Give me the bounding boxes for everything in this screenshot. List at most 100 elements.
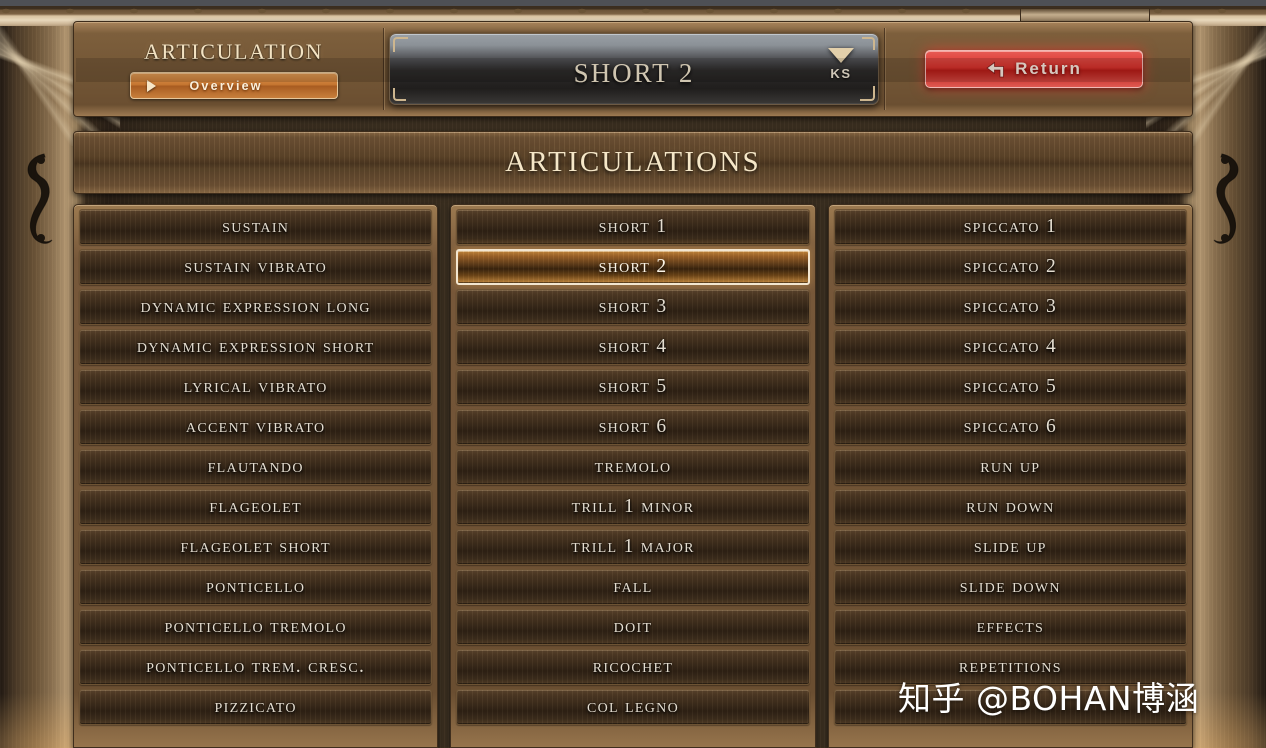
articulation-row-empty [833, 689, 1187, 725]
articulation-label: Spiccato 2 [963, 256, 1058, 277]
articulation-label: Short 6 [598, 416, 668, 437]
keyswitch-label: KS [830, 66, 852, 81]
return-arrow-icon [985, 61, 1006, 78]
overview-button-label: Overview [189, 78, 263, 93]
articulation-row[interactable]: Flageolet Short [79, 529, 433, 565]
articulation-label: Short 3 [598, 296, 668, 317]
articulation-label: Flageolet Short [180, 536, 331, 557]
articulation-row[interactable]: Short 3 [456, 289, 810, 325]
articulation-label: Ponticello [206, 576, 306, 597]
articulation-label: Run Up [980, 456, 1041, 477]
selector-corner-top-right [862, 37, 875, 50]
articulation-row[interactable]: Slide Down [833, 569, 1187, 605]
section-title: Articulations [505, 146, 761, 178]
chevron-down-icon [828, 48, 854, 63]
articulation-browser-screen: Articulation Overview Short 2 KS [0, 0, 1266, 748]
articulation-row[interactable]: Spiccato 5 [833, 369, 1187, 405]
articulation-row[interactable]: Sustain [79, 209, 433, 245]
articulation-label: Short 4 [598, 336, 668, 357]
articulation-row[interactable]: Ricochet [456, 649, 810, 685]
articulation-label: Ponticello Tremolo [164, 616, 347, 637]
articulation-label: Slide Up [973, 536, 1047, 557]
section-heading-bar: Articulations [73, 131, 1193, 194]
articulation-row[interactable]: Flageolet [79, 489, 433, 525]
articulation-label: Spiccato 5 [963, 376, 1058, 397]
articulation-row[interactable]: Ponticello Trem. Cresc. [79, 649, 433, 685]
articulation-label: Slide Down [959, 576, 1061, 597]
articulation-row[interactable]: Spiccato 1 [833, 209, 1187, 245]
articulation-row[interactable]: Slide Up [833, 529, 1187, 565]
articulation-label: Ricochet [592, 656, 674, 677]
articulation-row[interactable]: Trill 1 Minor [456, 489, 810, 525]
articulation-label: Spiccato 1 [963, 216, 1058, 237]
articulation-label: Dynamic Expression Long [140, 296, 371, 317]
articulation-row[interactable]: Sustain Vibrato [79, 249, 433, 285]
articulation-label: Short 2 [598, 256, 668, 277]
articulation-label: Sustain Vibrato [184, 256, 328, 277]
articulation-label: Fall [613, 576, 653, 597]
articulation-row[interactable]: Pizzicato [79, 689, 433, 725]
articulation-label: Doit [613, 616, 653, 637]
articulation-row[interactable]: Spiccato 4 [833, 329, 1187, 365]
articulation-row[interactable]: Short 5 [456, 369, 810, 405]
return-button[interactable]: Return [924, 50, 1143, 88]
articulation-row[interactable]: Ponticello [79, 569, 433, 605]
articulation-row[interactable]: Short 6 [456, 409, 810, 445]
articulation-label: Ponticello Trem. Cresc. [146, 656, 366, 677]
articulation-row[interactable]: Col Legno [456, 689, 810, 725]
articulation-row[interactable]: Spiccato 6 [833, 409, 1187, 445]
articulation-row[interactable]: Short 1 [456, 209, 810, 245]
articulation-label: Spiccato 3 [963, 296, 1058, 317]
articulation-column-2: Short 1 Short 2 Short 3 Short 4 Short 5 Short… [450, 204, 816, 748]
articulation-label: Run Down [966, 496, 1055, 517]
articulation-selector-dropdown[interactable]: Short 2 KS [389, 33, 879, 105]
articulation-row[interactable]: Dynamic Expression Long [79, 289, 433, 325]
articulation-row[interactable]: Lyrical Vibrato [79, 369, 433, 405]
articulation-row[interactable]: Fall [456, 569, 810, 605]
overview-button[interactable]: Overview [129, 72, 338, 99]
articulation-label: Spiccato 6 [963, 416, 1058, 437]
articulation-column-3: Spiccato 1 Spiccato 2 Spiccato 3 Spiccato 4… [827, 204, 1193, 748]
articulation-row[interactable]: Spiccato 3 [833, 289, 1187, 325]
articulation-label: Short 1 [598, 216, 668, 237]
play-triangle-icon [146, 79, 156, 92]
articulation-label: Short 5 [598, 376, 668, 397]
articulation-label: Tremolo [594, 456, 672, 477]
articulation-label: Repetitions [958, 656, 1062, 677]
articulation-label: Pizzicato [214, 696, 297, 717]
violin-f-hole-right-icon [1206, 148, 1252, 253]
articulation-row[interactable]: Spiccato 2 [833, 249, 1187, 285]
articulation-row[interactable]: Accent Vibrato [79, 409, 433, 445]
articulation-row[interactable]: Trill 1 Major [456, 529, 810, 565]
articulation-panel-cell: Articulation Overview [84, 28, 384, 110]
return-cell: Return [884, 28, 1182, 110]
articulation-row[interactable]: Run Down [833, 489, 1187, 525]
articulation-row[interactable]: Short 2 [456, 249, 810, 285]
articulation-label: Flautando [207, 456, 304, 477]
articulation-label: Flageolet [209, 496, 302, 517]
articulation-label: Lyrical Vibrato [183, 376, 328, 397]
articulation-label: Dynamic Expression Short [136, 336, 375, 357]
articulation-column-1: Sustain Sustain Vibrato Dynamic Expression… [73, 204, 439, 748]
articulation-row[interactable]: Doit [456, 609, 810, 645]
articulation-columns: Sustain Sustain Vibrato Dynamic Expression… [73, 204, 1193, 748]
articulation-row[interactable]: Run Up [833, 449, 1187, 485]
articulation-label: Trill 1 Major [571, 536, 695, 557]
articulation-row[interactable]: Ponticello Tremolo [79, 609, 433, 645]
panel-title: Articulation [143, 39, 324, 64]
articulation-label: Accent Vibrato [185, 416, 326, 437]
selector-corner-bottom-left [393, 88, 406, 101]
articulation-row[interactable]: Flautando [79, 449, 433, 485]
keyswitch-badge: KS [828, 48, 854, 81]
return-button-label: Return [1015, 59, 1082, 78]
articulation-row[interactable]: Short 4 [456, 329, 810, 365]
articulation-row[interactable]: Repetitions [833, 649, 1187, 685]
articulation-label: Col Legno [586, 696, 679, 717]
articulation-label: Spiccato 4 [963, 336, 1058, 357]
articulation-row[interactable]: Effects [833, 609, 1187, 645]
top-toolbar: Articulation Overview Short 2 KS [73, 21, 1193, 117]
articulation-label: Effects [976, 616, 1045, 637]
articulation-row[interactable]: Tremolo [456, 449, 810, 485]
articulation-selector-cell: Short 2 KS [384, 28, 884, 110]
articulation-row[interactable]: Dynamic Expression Short [79, 329, 433, 365]
